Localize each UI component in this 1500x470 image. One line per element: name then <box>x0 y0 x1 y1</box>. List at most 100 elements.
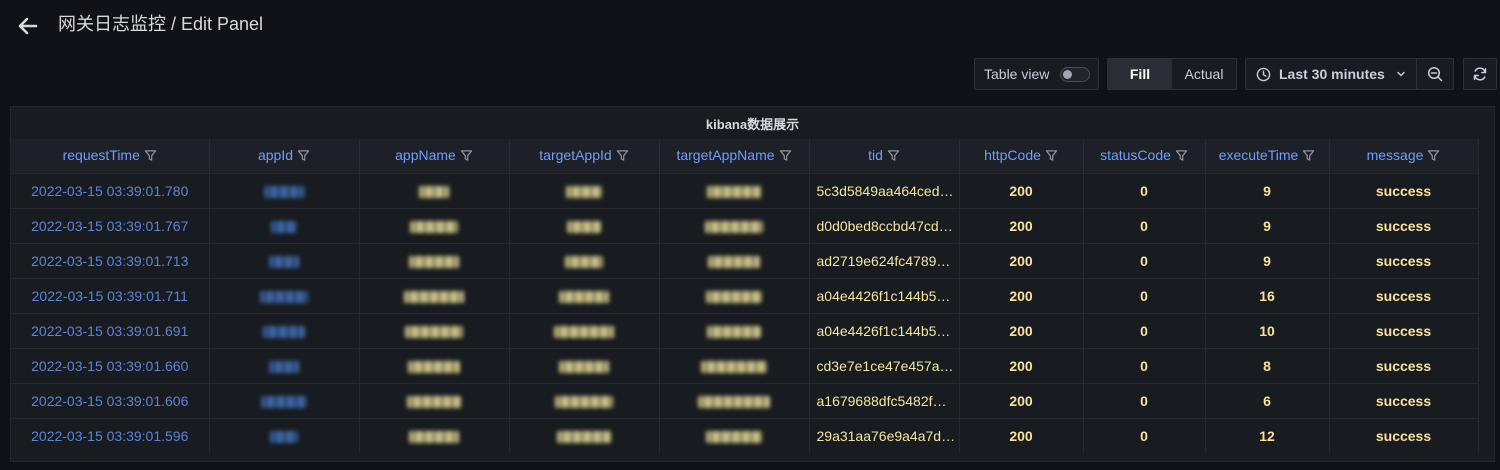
executetime-cell: 9 <box>1205 242 1330 278</box>
table-row[interactable]: 2022-03-15 03:39:01.711 a04e4426f1c144b5…… <box>11 277 1479 313</box>
message-cell: success <box>1329 312 1479 348</box>
redacted-value <box>271 220 297 233</box>
httpcode-cell: 200 <box>959 347 1084 383</box>
filter-icon[interactable] <box>1045 149 1058 165</box>
appname-cell-redacted <box>359 277 510 313</box>
filter-icon[interactable] <box>779 149 792 165</box>
refresh-button[interactable] <box>1463 58 1497 90</box>
targetappid-cell-redacted <box>509 312 660 348</box>
table-row[interactable]: 2022-03-15 03:39:01.767 d0d0bed8ccbd47cd…… <box>11 207 1479 243</box>
data-table: requestTime appId appName targetAppId ta… <box>11 139 1479 453</box>
redacted-value <box>706 431 762 444</box>
httpcode-cell: 200 <box>959 417 1084 453</box>
redacted-value <box>409 255 459 268</box>
requesttime-cell: 2022-03-15 03:39:01.660 <box>11 347 210 383</box>
appid-cell-redacted <box>209 382 360 418</box>
requesttime-cell: 2022-03-15 03:39:01.691 <box>11 312 210 348</box>
table-row[interactable]: 2022-03-15 03:39:01.713 ad2719e624fc4789…… <box>11 242 1479 278</box>
targetappid-cell-redacted <box>509 382 660 418</box>
appid-cell-redacted <box>209 207 360 243</box>
redacted-value <box>701 360 767 373</box>
column-header-targetappid[interactable]: targetAppId <box>509 139 660 173</box>
zoom-out-icon <box>1427 66 1443 82</box>
targetappid-cell-redacted <box>509 242 660 278</box>
redacted-value <box>707 185 761 198</box>
filter-icon[interactable] <box>144 149 157 165</box>
executetime-cell: 16 <box>1205 277 1330 313</box>
column-header-executetime[interactable]: executeTime <box>1205 139 1330 173</box>
redacted-value <box>557 431 611 444</box>
column-label: appName <box>395 146 456 163</box>
executetime-cell: 8 <box>1205 347 1330 383</box>
fill-button[interactable]: Fill <box>1108 59 1172 89</box>
column-header-requesttime[interactable]: requestTime <box>11 139 210 173</box>
filter-icon[interactable] <box>887 149 900 165</box>
top-bar: 网关日志监控 / Edit Panel <box>0 0 1500 50</box>
redacted-value <box>707 325 761 338</box>
requesttime-cell: 2022-03-15 03:39:01.713 <box>11 242 210 278</box>
targetappname-cell-redacted <box>659 312 810 348</box>
table-row[interactable]: 2022-03-15 03:39:01.596 29a31aa76e9a4a7d…… <box>11 417 1479 453</box>
table-view-toggle[interactable]: Table view <box>974 58 1099 90</box>
column-header-appname[interactable]: appName <box>359 139 510 173</box>
column-header-statuscode[interactable]: statusCode <box>1083 139 1206 173</box>
redacted-value <box>698 395 770 408</box>
executetime-cell: 9 <box>1205 172 1330 208</box>
httpcode-cell: 200 <box>959 207 1084 243</box>
targetappid-cell-redacted <box>509 207 660 243</box>
table-row[interactable]: 2022-03-15 03:39:01.691 a04e4426f1c144b5…… <box>11 312 1479 348</box>
targetappid-cell-redacted <box>509 277 660 313</box>
filter-icon[interactable] <box>1302 149 1315 165</box>
redacted-value <box>706 290 762 303</box>
statuscode-cell: 0 <box>1083 277 1206 313</box>
redacted-value <box>555 395 613 408</box>
table-row[interactable]: 2022-03-15 03:39:01.660 cd3e7e1ce47e457a…… <box>11 347 1479 383</box>
column-header-httpcode[interactable]: httpCode <box>959 139 1084 173</box>
column-header-tid[interactable]: tid <box>809 139 960 173</box>
targetappname-cell-redacted <box>659 172 810 208</box>
time-range-picker[interactable]: Last 30 minutes <box>1245 58 1417 90</box>
redacted-value <box>708 255 760 268</box>
statuscode-cell: 0 <box>1083 242 1206 278</box>
back-button[interactable] <box>14 12 42 40</box>
message-cell: success <box>1329 242 1479 278</box>
clock-icon <box>1256 67 1271 82</box>
column-header-targetappname[interactable]: targetAppName <box>659 139 810 173</box>
redacted-value <box>405 325 463 338</box>
fill-actual-toggle: Fill Actual <box>1107 58 1237 90</box>
requesttime-cell: 2022-03-15 03:39:01.596 <box>11 417 210 453</box>
column-header-appid[interactable]: appId <box>209 139 360 173</box>
table-row[interactable]: 2022-03-15 03:39:01.780 5c3d5849aa464ced…… <box>11 172 1479 208</box>
message-cell: success <box>1329 382 1479 418</box>
targetappname-cell-redacted <box>659 242 810 278</box>
table-view-label: Table view <box>984 66 1050 82</box>
executetime-cell: 10 <box>1205 312 1330 348</box>
filter-icon[interactable] <box>616 149 629 165</box>
actual-button[interactable]: Actual <box>1172 59 1236 89</box>
filter-icon[interactable] <box>1427 149 1440 165</box>
redacted-value <box>705 220 763 233</box>
statuscode-cell: 0 <box>1083 172 1206 208</box>
arrow-left-icon <box>18 17 38 35</box>
redacted-value <box>408 360 460 373</box>
filter-icon[interactable] <box>1175 149 1188 165</box>
redacted-value <box>260 290 308 303</box>
tid-cell: ad2719e624fc4789… <box>809 242 960 278</box>
table-view-switch[interactable] <box>1060 67 1090 82</box>
zoom-out-button[interactable] <box>1416 58 1454 90</box>
executetime-cell: 9 <box>1205 207 1330 243</box>
message-cell: success <box>1329 347 1479 383</box>
panel-title: kibana数据展示 <box>705 116 800 132</box>
column-label: tid <box>868 146 883 163</box>
httpcode-cell: 200 <box>959 312 1084 348</box>
filter-icon[interactable] <box>297 149 310 165</box>
appname-cell-redacted <box>359 382 510 418</box>
table-row[interactable]: 2022-03-15 03:39:01.606 a1679688dfc5482f…… <box>11 382 1479 418</box>
filter-icon[interactable] <box>460 149 473 165</box>
targetappid-cell-redacted <box>509 417 660 453</box>
tid-cell: a04e4426f1c144b5… <box>809 277 960 313</box>
redacted-value <box>566 185 602 198</box>
statuscode-cell: 0 <box>1083 417 1206 453</box>
column-header-message[interactable]: message <box>1329 139 1479 173</box>
column-label: targetAppId <box>539 146 612 163</box>
